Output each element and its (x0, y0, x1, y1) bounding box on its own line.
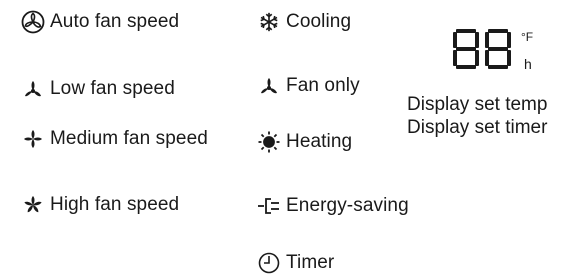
high-fan-icon (20, 192, 46, 218)
cooling-snowflake-icon (256, 9, 282, 35)
medium-fan-icon (20, 126, 46, 152)
timer-clock-icon (256, 250, 282, 276)
unit-hours: h (524, 56, 532, 72)
display-set-temp-label: Display set temp (407, 94, 548, 115)
cooling-label: Cooling (286, 11, 352, 32)
legend-medium-fan: Medium fan speed (20, 126, 208, 152)
medium-fan-label: Medium fan speed (50, 128, 208, 149)
auto-fan-icon (20, 9, 46, 35)
high-fan-label: High fan speed (50, 194, 180, 215)
heating-label: Heating (286, 131, 353, 152)
legend-low-fan: Low fan speed (20, 76, 175, 102)
unit-fahrenheit: °F (521, 30, 534, 44)
energy-saving-label: Energy-saving (286, 195, 409, 216)
display-description: Display set temp Display set timer (407, 93, 547, 139)
energy-saving-plug-icon (256, 193, 282, 219)
low-fan-label: Low fan speed (50, 78, 175, 99)
fan-only-label: Fan only (286, 75, 360, 96)
legend-high-fan: High fan speed (20, 192, 179, 218)
heating-sun-icon (256, 129, 282, 155)
timer-label: Timer (286, 252, 335, 273)
legend-auto-fan: Auto fan speed (20, 9, 179, 35)
legend-cooling: Cooling (256, 9, 351, 35)
low-fan-icon (20, 76, 46, 102)
auto-fan-label: Auto fan speed (50, 11, 180, 32)
legend-energy-saving: Energy-saving (256, 193, 409, 219)
seven-segment-display (453, 29, 515, 71)
legend-timer: Timer (256, 250, 334, 276)
legend-heating: Heating (256, 129, 352, 155)
legend-fan-only: Fan only (256, 73, 360, 99)
fan-only-icon (256, 73, 282, 99)
display-set-timer-label: Display set timer (407, 117, 548, 138)
